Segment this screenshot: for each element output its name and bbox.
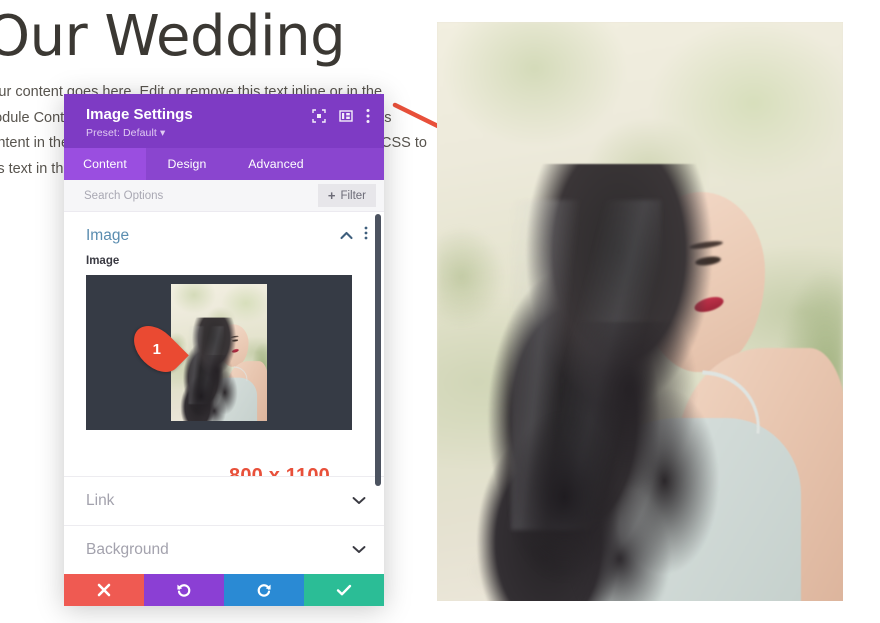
preset-selector[interactable]: Preset: Default ▾ [86,127,193,139]
image-preview-box[interactable]: 1 [86,275,352,430]
image-field-label: Image [86,255,120,267]
cancel-button[interactable] [64,574,144,606]
section-title: Image [86,226,130,244]
collapsed-sections: Link Background [64,476,384,574]
modal-tabs: Content Design Advanced [64,148,384,180]
modal-header-titles: Image Settings Preset: Default ▾ [86,105,193,139]
search-options-bar: + Filter [64,180,384,212]
image-section: Image Image 1 [64,212,384,430]
page-title: Our Wedding [0,4,346,69]
modal-header-actions [312,105,370,124]
thumb-photo-hair-foreground [180,354,235,421]
chevron-down-icon [352,541,366,559]
redo-button[interactable] [224,574,304,606]
save-button[interactable] [304,574,384,606]
wedding-portrait-photo [437,22,843,601]
fullscreen-icon[interactable] [312,109,326,123]
preset-label: Preset: Default [86,127,157,139]
modal-body: Image Image 1 Link Background [64,212,384,574]
image-settings-modal: Image Settings Preset: Default ▾ Content… [64,94,384,606]
modal-header: Image Settings Preset: Default ▾ [64,94,384,148]
step-badge-number: 1 [152,340,162,358]
screenshot-root: Our Wedding Your content goes here. Edit… [0,0,880,623]
chevron-up-icon[interactable] [340,227,353,245]
modal-footer [64,574,384,606]
image-section-header: Image [86,226,368,255]
search-input[interactable] [84,189,264,202]
tab-content[interactable]: Content [64,148,146,180]
accordion-background-label: Background [86,541,169,558]
accordion-link[interactable]: Link [64,476,384,525]
caret-down-icon: ▾ [159,127,166,139]
tab-design[interactable]: Design [146,148,228,180]
vertical-scrollbar[interactable] [375,214,381,486]
accordion-link-label: Link [86,492,115,509]
redo-icon [257,584,271,597]
check-icon [336,584,352,596]
photo-hair-foreground [477,322,707,601]
kebab-menu-icon[interactable] [364,226,368,245]
undo-button[interactable] [144,574,224,606]
filter-button-label: Filter [340,189,366,202]
tab-advanced[interactable]: Advanced [228,148,324,180]
chevron-down-icon [352,492,366,510]
close-icon [97,583,111,597]
layout-columns-icon[interactable] [339,109,353,123]
modal-title: Image Settings [86,106,193,123]
accordion-background[interactable]: Background [64,525,384,574]
section-header-actions [340,226,368,245]
kebab-menu-icon[interactable] [366,108,370,124]
undo-icon [177,584,191,597]
filter-button[interactable]: + Filter [317,184,376,207]
plus-icon: + [327,188,336,203]
